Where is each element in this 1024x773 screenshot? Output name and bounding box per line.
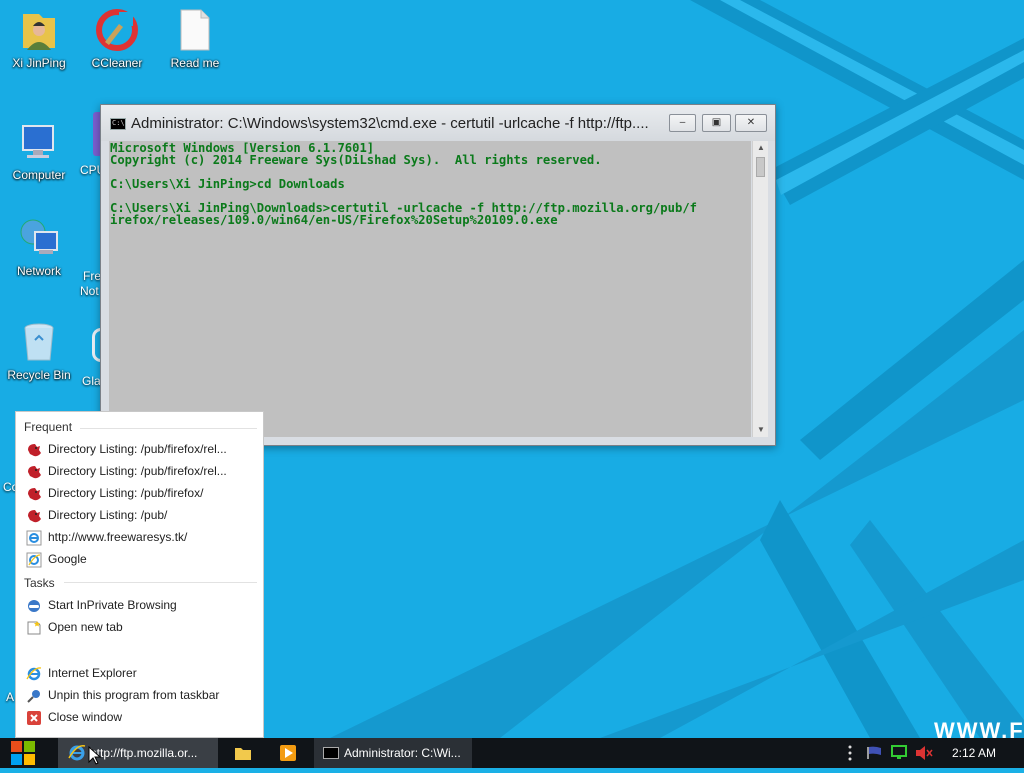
taskbar: http://ftp.mozilla.or... Administrator: …	[0, 738, 1024, 768]
taskbar-media-player-button[interactable]	[270, 738, 306, 768]
jump-list-item-label: Start InPrivate Browsing	[48, 598, 177, 612]
taskbar-explorer-button[interactable]	[226, 738, 260, 768]
close-button[interactable]: ✕	[735, 114, 767, 132]
frequent-item[interactable]: Directory Listing: /pub/firefox/	[24, 483, 256, 505]
partial-icon-label-not: Not	[80, 284, 99, 298]
computer-icon	[17, 120, 61, 164]
console-text: Microsoft Windows [Version 6.1.7601] Cop…	[110, 141, 697, 227]
window-title: Administrator: C:\Windows\system32\cmd.e…	[131, 115, 649, 132]
close-window-icon	[26, 710, 42, 726]
show-hidden-icons-icon	[848, 745, 852, 761]
ccleaner-icon	[95, 8, 139, 52]
ie-icon	[26, 666, 42, 682]
jump-list-item-label: Internet Explorer	[48, 666, 137, 680]
cmd-window[interactable]: C:\ Administrator: C:\Windows\system32\c…	[100, 104, 776, 446]
task-item[interactable]: Open new tab	[24, 617, 256, 639]
user-folder-icon	[17, 8, 61, 52]
taskbar-ie-label: http://ftp.mozilla.or...	[90, 746, 198, 760]
google-icon	[26, 552, 42, 568]
frequent-item[interactable]: Directory Listing: /pub/firefox/rel...	[24, 439, 256, 461]
jump-list-item-label: Unpin this program from taskbar	[48, 688, 220, 702]
desktop-icon-label: CCleaner	[91, 56, 143, 70]
scrollbar-thumb[interactable]	[756, 157, 765, 177]
volume-muted-icon[interactable]	[914, 745, 934, 761]
desktop-icon-label: Computer	[12, 168, 66, 182]
media-player-icon	[280, 745, 296, 761]
tray-overflow-button[interactable]	[844, 738, 856, 768]
desktop-icon-label: Recycle Bin	[7, 368, 71, 382]
new-tab-icon	[26, 620, 42, 636]
network-icon	[17, 216, 61, 260]
ie-icon	[68, 745, 86, 761]
action-center-flag-icon[interactable]	[866, 746, 882, 760]
mouse-cursor-icon	[88, 746, 102, 765]
recycle-bin-icon	[17, 320, 61, 364]
restore-button[interactable]: ▣	[702, 114, 731, 132]
desktop-icon-ccleaner[interactable]: CCleaner	[79, 8, 155, 70]
partial-icon-label-gla: Gla	[82, 374, 101, 388]
frequent-header: Frequent	[24, 420, 73, 434]
jump-list-item-label: Directory Listing: /pub/firefox/rel...	[48, 464, 227, 478]
jump-list-item-label: Directory Listing: /pub/firefox/rel...	[48, 442, 227, 456]
minimize-button[interactable]: –	[669, 114, 696, 132]
window-titlebar[interactable]: C:\ Administrator: C:\Windows\system32\c…	[101, 105, 775, 141]
task-item[interactable]: Start InPrivate Browsing	[24, 595, 256, 617]
taskbar-cmd-button[interactable]: Administrator: C:\Wi...	[314, 738, 472, 768]
jump-list-item-label: http://www.freewaresys.tk/	[48, 530, 188, 544]
unpin-icon	[26, 688, 42, 704]
vertical-scrollbar[interactable]: ▲ ▼	[752, 141, 768, 437]
jump-list-item-label: Google	[48, 552, 87, 566]
desktop-icon-recycle-bin[interactable]: Recycle Bin	[1, 320, 77, 382]
desktop-icon-label: Read me	[170, 56, 220, 70]
firefox-page-icon	[26, 442, 42, 458]
taskbar-ie-button[interactable]: http://ftp.mozilla.or...	[58, 738, 218, 768]
program-action-item[interactable]: Close window	[24, 707, 256, 729]
console-output[interactable]: Microsoft Windows [Version 6.1.7601] Cop…	[109, 141, 751, 437]
taskbar-cmd-label: Administrator: C:\Wi...	[344, 746, 461, 760]
desktop-icon-computer[interactable]: Computer	[1, 120, 77, 182]
program-action-item[interactable]: Unpin this program from taskbar	[24, 685, 256, 707]
firefox-page-icon	[26, 486, 42, 502]
desktop-icon-network[interactable]: Network	[1, 216, 77, 278]
start-button[interactable]	[0, 738, 52, 768]
desktop-icon-label: Network	[16, 264, 61, 278]
firefox-page-icon	[26, 464, 42, 480]
scroll-up-arrow-icon[interactable]: ▲	[753, 141, 769, 155]
cmd-icon: C:\	[110, 118, 126, 130]
cmd-icon	[323, 747, 339, 759]
ie-page-icon	[26, 530, 42, 546]
network-tray-icon[interactable]	[890, 745, 908, 761]
desktop-icon-label: Xi JinPing	[12, 56, 66, 70]
desktop-icon-readme[interactable]: Read me	[157, 8, 233, 70]
program-action-item[interactable]: Internet Explorer	[24, 663, 256, 685]
frequent-item[interactable]: http://www.freewaresys.tk/	[24, 527, 256, 549]
frequent-item[interactable]: Directory Listing: /pub/	[24, 505, 256, 527]
jump-list-item-label: Directory Listing: /pub/	[48, 508, 168, 522]
section-divider	[80, 428, 257, 429]
taskbar-clock[interactable]: 2:12 AM	[952, 746, 996, 760]
firefox-page-icon	[26, 508, 42, 524]
desktop-icon-user-folder[interactable]: Xi JinPing	[1, 8, 77, 70]
inprivate-icon	[26, 598, 42, 614]
text-file-icon	[173, 8, 217, 52]
tasks-header: Tasks	[24, 576, 55, 590]
scroll-down-arrow-icon[interactable]: ▼	[753, 423, 769, 437]
jump-list-item-label: Open new tab	[48, 620, 123, 634]
jump-list-item-label: Directory Listing: /pub/firefox/	[48, 486, 204, 500]
section-divider	[64, 582, 257, 583]
ie-jump-list: Frequent Directory Listing: /pub/firefox…	[15, 411, 264, 738]
frequent-item[interactable]: Directory Listing: /pub/firefox/rel...	[24, 461, 256, 483]
windows-logo-icon	[11, 741, 35, 765]
partial-icon-label-fre: Fre	[83, 269, 101, 283]
partial-icon-label-a: A	[6, 690, 15, 704]
frequent-item[interactable]: Google	[24, 549, 256, 571]
jump-list-item-label: Close window	[48, 710, 123, 724]
folder-icon	[235, 748, 251, 760]
